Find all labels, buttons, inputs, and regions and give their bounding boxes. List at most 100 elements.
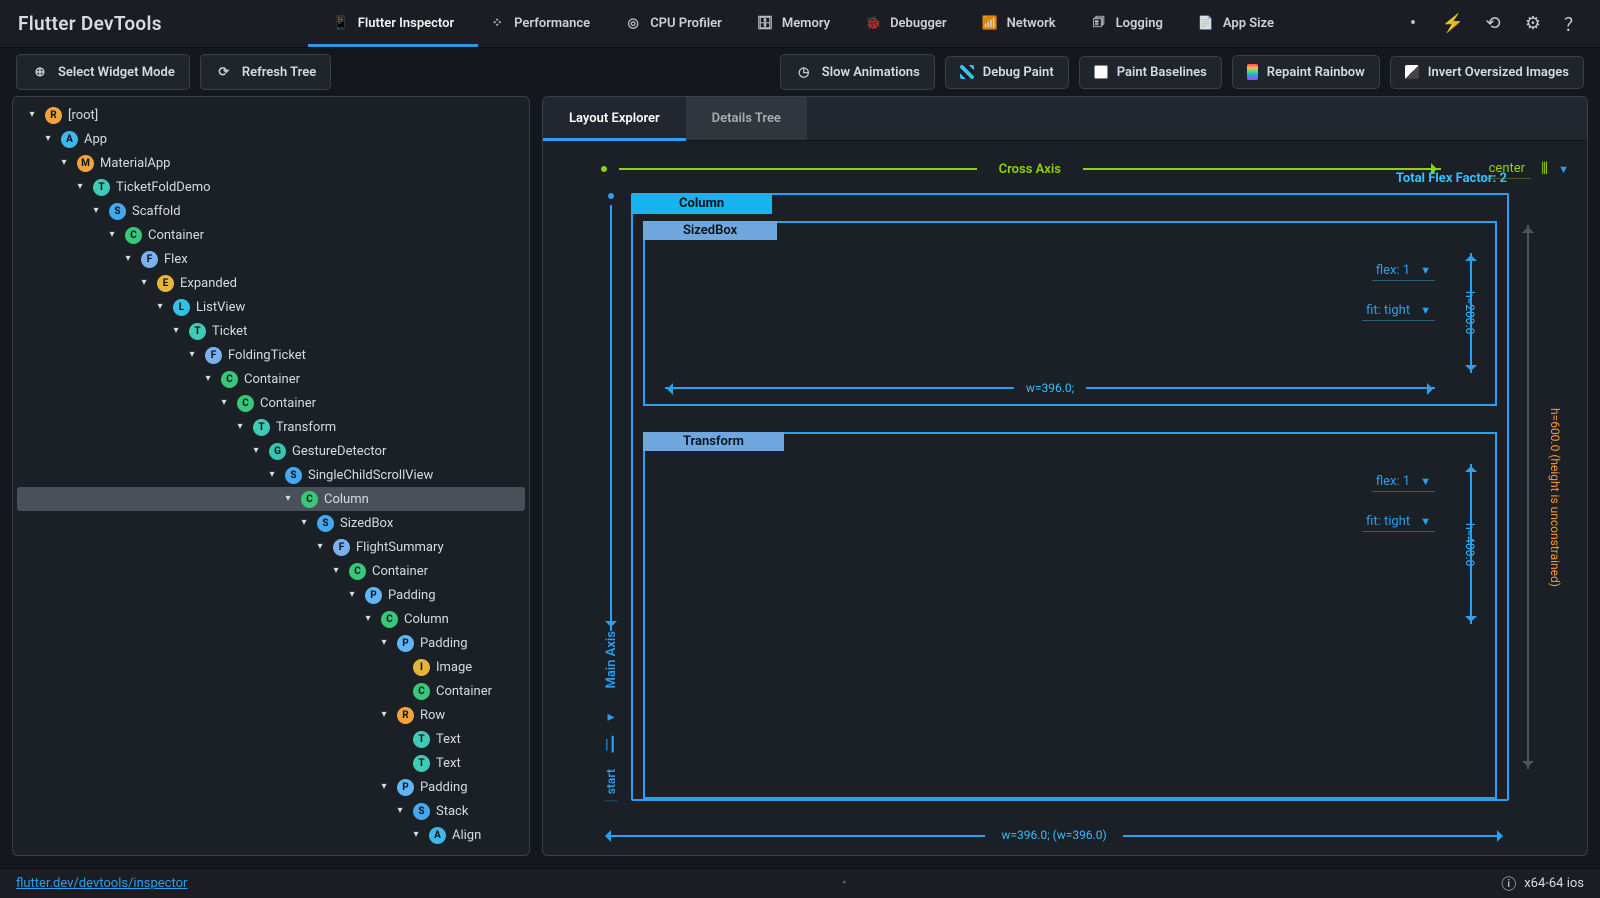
tree-node-image[interactable]: IImage <box>17 655 525 679</box>
tree-node-padding[interactable]: PPadding <box>17 631 525 655</box>
fit-select[interactable]: fit: tight ▼ <box>1362 301 1435 321</box>
expand-caret-icon[interactable] <box>393 659 407 673</box>
expand-caret-icon[interactable] <box>313 539 327 553</box>
expand-caret-icon[interactable] <box>393 755 407 769</box>
paint-baselines-button[interactable]: Paint Baselines <box>1079 56 1222 89</box>
tree-node-singlechildscrollview[interactable]: SSingleChildScrollView <box>17 463 525 487</box>
expand-caret-icon[interactable] <box>185 347 199 361</box>
nav-tab-performance[interactable]: ⁘Performance <box>484 3 594 45</box>
child-cell-transform[interactable]: Transform flex: 1 ▼ fit: tight ▼ <box>643 432 1497 799</box>
tree-node-padding[interactable]: PPadding <box>17 583 525 607</box>
nav-tab-network[interactable]: 📶Network <box>977 3 1060 45</box>
history-icon[interactable]: ⟲ <box>1484 15 1502 33</box>
widget-tree[interactable]: R[root]AAppMMaterialAppTTicketFoldDemoSS… <box>13 97 529 855</box>
main-axis-value[interactable]: start <box>604 769 618 801</box>
expand-caret-icon[interactable] <box>41 131 55 145</box>
tree-node-scaffold[interactable]: SScaffold <box>17 199 525 223</box>
widget-label: FlightSummary <box>356 540 444 555</box>
widget-badge: F <box>333 539 350 556</box>
tree-node-ticketfolddemo[interactable]: TTicketFoldDemo <box>17 175 525 199</box>
nav-tab-cpu-profiler[interactable]: ◎CPU Profiler <box>620 3 726 45</box>
expand-caret-icon[interactable] <box>393 803 407 817</box>
tree-node-expanded[interactable]: EExpanded <box>17 271 525 295</box>
gear-icon[interactable]: ⚙ <box>1524 15 1542 33</box>
tree-node-materialapp[interactable]: MMaterialApp <box>17 151 525 175</box>
expand-caret-icon[interactable] <box>361 611 375 625</box>
docs-link[interactable]: flutter.dev/devtools/inspector <box>16 876 187 891</box>
widget-label: Container <box>244 372 300 387</box>
nav-tab-logging[interactable]: 🗊Logging <box>1086 3 1167 45</box>
tree-node-column[interactable]: CColumn <box>17 487 525 511</box>
tree-node-text[interactable]: TText <box>17 727 525 751</box>
expand-caret-icon[interactable] <box>25 107 39 121</box>
tree-node-flightsummary[interactable]: F FlightSummary <box>17 535 525 559</box>
tree-node-container[interactable]: C Container <box>17 367 525 391</box>
flex-select[interactable]: flex: 1 ▼ <box>1372 472 1435 492</box>
expand-caret-icon[interactable] <box>169 323 183 337</box>
expand-caret-icon[interactable] <box>377 707 391 721</box>
tree-node-sizedbox[interactable]: SSizedBox <box>17 511 525 535</box>
tree-node-app[interactable]: AApp <box>17 127 525 151</box>
expand-caret-icon[interactable] <box>297 515 311 529</box>
flex-select[interactable]: flex: 1 ▼ <box>1372 261 1435 281</box>
tree-node-stack[interactable]: SStack <box>17 799 525 823</box>
tree-node-transform[interactable]: TTransform <box>17 415 525 439</box>
expand-caret-icon[interactable] <box>121 251 135 265</box>
expand-caret-icon[interactable] <box>265 467 279 481</box>
expand-caret-icon[interactable] <box>409 827 423 841</box>
tree-node-flex[interactable]: FFlex <box>17 247 525 271</box>
expand-caret-icon[interactable] <box>377 779 391 793</box>
expand-caret-icon[interactable] <box>393 683 407 697</box>
tree-node-gesturedetector[interactable]: GGestureDetector <box>17 439 525 463</box>
nav-tab-memory[interactable]: 🗄Memory <box>752 3 834 45</box>
tab-icon: 📶 <box>981 15 999 33</box>
nav-tab-debugger[interactable]: 🐞Debugger <box>860 3 951 45</box>
tab-details-tree[interactable]: Details Tree <box>686 97 807 140</box>
expand-caret-icon[interactable] <box>105 227 119 241</box>
expand-caret-icon[interactable] <box>89 203 103 217</box>
expand-caret-icon[interactable] <box>153 299 167 313</box>
tab-layout-explorer[interactable]: Layout Explorer <box>543 97 686 140</box>
help-icon[interactable]: ？ <box>1564 15 1582 33</box>
widget-badge: C <box>221 371 238 388</box>
lightning-icon[interactable]: ⚡ <box>1444 15 1462 33</box>
debug-paint-button[interactable]: Debug Paint <box>945 56 1069 89</box>
tree-node-container[interactable]: CContainer <box>17 559 525 583</box>
tree-node-ticket[interactable]: TTicket <box>17 319 525 343</box>
widget-badge: C <box>381 611 398 628</box>
tree-node-text[interactable]: TText <box>17 751 525 775</box>
repaint-rainbow-button[interactable]: Repaint Rainbow <box>1232 55 1380 89</box>
tree-node-foldingticket[interactable]: FFoldingTicket <box>17 343 525 367</box>
expand-caret-icon[interactable] <box>329 563 343 577</box>
axis-dot-icon <box>601 166 607 172</box>
expand-caret-icon[interactable] <box>233 419 247 433</box>
expand-caret-icon[interactable] <box>281 491 295 505</box>
tree-node-container[interactable]: CContainer <box>17 679 525 703</box>
align-start-icon[interactable]: |┃ <box>605 737 617 753</box>
expand-caret-icon[interactable] <box>393 731 407 745</box>
fit-select[interactable]: fit: tight ▼ <box>1362 512 1435 532</box>
refresh-tree-button[interactable]: ⟳ Refresh Tree <box>200 54 331 90</box>
tree-node-container[interactable]: CContainer <box>17 223 525 247</box>
tree-node-listview[interactable]: LListView <box>17 295 525 319</box>
tree-node--root-[interactable]: R[root] <box>17 103 525 127</box>
expand-caret-icon[interactable] <box>249 443 263 457</box>
nav-tab-flutter-inspector[interactable]: 📱Flutter Inspector <box>328 3 458 45</box>
expand-caret-icon[interactable] <box>217 395 231 409</box>
expand-caret-icon[interactable] <box>201 371 215 385</box>
expand-caret-icon[interactable] <box>137 275 151 289</box>
slow-animations-button[interactable]: ◷ Slow Animations <box>780 54 935 90</box>
invert-images-button[interactable]: Invert Oversized Images <box>1390 56 1584 89</box>
tree-node-align[interactable]: AAlign <box>17 823 525 847</box>
child-cell-sizedbox[interactable]: SizedBox flex: 1 ▼ fit: tight ▼ <box>643 221 1497 406</box>
expand-caret-icon[interactable] <box>57 155 71 169</box>
tree-node-container[interactable]: CContainer <box>17 391 525 415</box>
expand-caret-icon[interactable] <box>377 635 391 649</box>
tree-node-column[interactable]: CColumn <box>17 607 525 631</box>
tree-node-row[interactable]: RRow <box>17 703 525 727</box>
expand-caret-icon[interactable] <box>73 179 87 193</box>
nav-tab-app-size[interactable]: 📄App Size <box>1193 3 1278 45</box>
expand-caret-icon[interactable] <box>345 587 359 601</box>
tree-node-padding[interactable]: PPadding <box>17 775 525 799</box>
select-widget-mode-button[interactable]: ⊕ Select Widget Mode <box>16 54 190 90</box>
